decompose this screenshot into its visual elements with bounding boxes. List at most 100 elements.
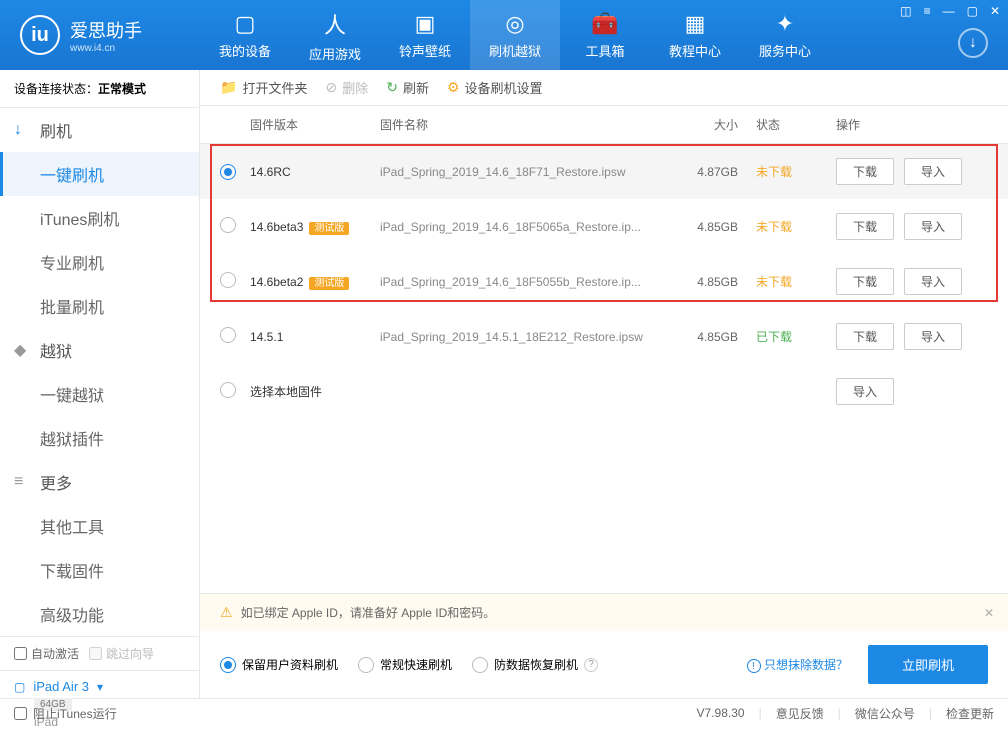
settings-button[interactable]: ⚙设备刷机设置 xyxy=(447,78,543,97)
block-itunes-checkbox[interactable]: 阻止iTunes运行 xyxy=(14,705,117,722)
warning-icon: ⚠ xyxy=(220,604,233,621)
row-radio[interactable] xyxy=(220,382,236,398)
import-button[interactable]: 导入 xyxy=(904,268,962,295)
download-button[interactable]: 下载 xyxy=(836,158,894,185)
sidebar-item[interactable]: 高级功能 xyxy=(0,592,199,636)
nav-tab[interactable]: 人应用游戏 xyxy=(290,0,380,70)
sidebar-group-icon: ◆ xyxy=(14,340,32,360)
sidebar-item[interactable]: iTunes刷机 xyxy=(0,196,199,240)
beta-tag: 测试版 xyxy=(309,222,349,235)
row-radio[interactable] xyxy=(220,164,236,180)
sidebar-item[interactable]: 下载固件 xyxy=(0,548,199,592)
import-button[interactable]: 导入 xyxy=(904,158,962,185)
nav-tab[interactable]: ▦ 教程中心 xyxy=(650,0,740,70)
mode-normal[interactable]: 常规快速刷机 xyxy=(358,656,452,673)
firmware-row: 选择本地固件 导入 xyxy=(200,364,1008,419)
sidebar-item[interactable]: 专业刷机 xyxy=(0,240,199,284)
logo: iu 爱思助手 www.i4.cn xyxy=(0,15,200,55)
firmware-status: 未下载 xyxy=(738,218,818,235)
sidebar-item[interactable]: 一键越狱 xyxy=(0,372,199,416)
sidebar-group-icon: ≡ xyxy=(14,473,32,491)
firmware-name: iPad_Spring_2019_14.5.1_18E212_Restore.i… xyxy=(380,330,668,344)
erase-data-link[interactable]: ! 只想抹除数据？ xyxy=(747,656,848,674)
delete-button[interactable]: ⊘删除 xyxy=(325,78,368,97)
table-header: 固件版本 固件名称 大小 状态 操作 xyxy=(200,106,1008,144)
mode-anti-recovery[interactable]: 防数据恢复刷机? xyxy=(472,656,598,673)
app-logo-icon: iu xyxy=(20,15,60,55)
firmware-status: 未下载 xyxy=(738,273,818,290)
firmware-size: 4.85GB xyxy=(668,275,738,289)
close-icon[interactable]: ✕ xyxy=(990,4,1000,18)
sidebar-group-head[interactable]: ↓刷机 xyxy=(0,108,199,152)
auto-activate-checkbox[interactable]: 自动激活 xyxy=(14,645,79,662)
refresh-button[interactable]: ↻刷新 xyxy=(386,78,429,97)
minimize-icon[interactable]: — xyxy=(943,4,955,18)
sidebar-item[interactable]: 其他工具 xyxy=(0,504,199,548)
toolbar: 📁打开文件夹 ⊘删除 ↻刷新 ⚙设备刷机设置 xyxy=(200,70,1008,106)
firmware-version: 14.6beta3 xyxy=(250,220,303,234)
download-button[interactable]: 下载 xyxy=(836,268,894,295)
nav-tab-label: 刷机越狱 xyxy=(489,41,541,60)
maximize-icon[interactable]: ▢ xyxy=(967,4,978,18)
sidebar-item[interactable]: 越狱插件 xyxy=(0,416,199,460)
menu-icon[interactable]: ≡ xyxy=(924,4,931,18)
mode-keep-data[interactable]: 保留用户资料刷机 xyxy=(220,656,338,673)
nav-tab-icon: 人 xyxy=(324,8,346,40)
notice-close-icon[interactable]: ✕ xyxy=(984,606,994,620)
app-title: 爱思助手 xyxy=(70,17,142,43)
sidebar-group-head[interactable]: ◆越狱 xyxy=(0,328,199,372)
firmware-size: 4.87GB xyxy=(668,165,738,179)
nav-tab-label: 服务中心 xyxy=(759,41,811,60)
firmware-status: 未下载 xyxy=(738,163,818,180)
nav-tab-icon: ✦ xyxy=(776,11,794,37)
feedback-link[interactable]: 意见反馈 xyxy=(776,705,824,722)
nav-tab-icon: ◎ xyxy=(505,11,524,37)
sidebar-group-head[interactable]: ≡更多 xyxy=(0,460,199,504)
firmware-version: 14.5.1 xyxy=(250,330,283,344)
nav-tab[interactable]: ▣ 铃声壁纸 xyxy=(380,0,470,70)
flash-now-button[interactable]: 立即刷机 xyxy=(868,645,988,684)
sidebar-group-icon: ↓ xyxy=(14,121,32,139)
nav-tab[interactable]: ◎ 刷机越狱 xyxy=(470,0,560,70)
firmware-size: 4.85GB xyxy=(668,220,738,234)
row-radio[interactable] xyxy=(220,217,236,233)
sidebar-item[interactable]: 一键刷机 xyxy=(0,152,199,196)
import-button[interactable]: 导入 xyxy=(904,213,962,240)
firmware-name: iPad_Spring_2019_14.6_18F5055b_Restore.i… xyxy=(380,275,668,289)
nav-tab-label: 铃声壁纸 xyxy=(399,41,451,60)
import-button[interactable]: 导入 xyxy=(836,378,894,405)
nav-tab[interactable]: ▢我的设备 xyxy=(200,0,290,70)
firmware-name: iPad_Spring_2019_14.6_18F71_Restore.ipsw xyxy=(380,165,668,179)
firmware-row: 14.6beta2测试版 iPad_Spring_2019_14.6_18F50… xyxy=(200,254,1008,309)
skin-icon[interactable]: ◫ xyxy=(900,4,911,18)
nav-tab[interactable]: ✦ 服务中心 xyxy=(740,0,830,70)
check-update-link[interactable]: 检查更新 xyxy=(946,705,994,722)
device-dropdown-icon[interactable]: ▾ xyxy=(97,680,103,694)
nav-tab-icon: ▣ xyxy=(415,11,436,37)
nav-tab-icon: 🧰 xyxy=(591,11,618,37)
wechat-link[interactable]: 微信公众号 xyxy=(855,705,915,722)
nav-tab[interactable]: 🧰工具箱 xyxy=(560,0,650,70)
nav-tab-label: 应用游戏 xyxy=(309,44,361,63)
connection-status: 设备连接状态：正常模式 xyxy=(0,70,199,108)
firmware-row: 14.5.1 iPad_Spring_2019_14.5.1_18E212_Re… xyxy=(200,309,1008,364)
open-folder-button[interactable]: 📁打开文件夹 xyxy=(220,78,307,97)
firmware-row: 14.6RC iPad_Spring_2019_14.6_18F71_Resto… xyxy=(200,144,1008,199)
firmware-row: 14.6beta3测试版 iPad_Spring_2019_14.6_18F50… xyxy=(200,199,1008,254)
skip-guide-checkbox[interactable]: 跳过向导 xyxy=(89,645,154,662)
version-label: V7.98.30 xyxy=(697,706,745,720)
import-button[interactable]: 导入 xyxy=(904,323,962,350)
row-radio[interactable] xyxy=(220,327,236,343)
download-indicator-icon[interactable]: ↓ xyxy=(958,28,988,58)
row-radio[interactable] xyxy=(220,272,236,288)
help-icon[interactable]: ? xyxy=(584,658,598,672)
notice-bar: ⚠ 如已绑定 Apple ID，请准备好 Apple ID和密码。 ✕ xyxy=(200,594,1008,631)
download-button[interactable]: 下载 xyxy=(836,213,894,240)
download-button[interactable]: 下载 xyxy=(836,323,894,350)
sidebar: 设备连接状态：正常模式 ↓刷机一键刷机iTunes刷机专业刷机批量刷机◆越狱一键… xyxy=(0,70,200,698)
firmware-version: 14.6beta2 xyxy=(250,275,303,289)
main-content: 📁打开文件夹 ⊘删除 ↻刷新 ⚙设备刷机设置 固件版本 固件名称 大小 状态 操… xyxy=(200,70,1008,698)
nav-tab-icon: ▦ xyxy=(685,11,706,37)
nav-tab-label: 教程中心 xyxy=(669,41,721,60)
sidebar-item[interactable]: 批量刷机 xyxy=(0,284,199,328)
